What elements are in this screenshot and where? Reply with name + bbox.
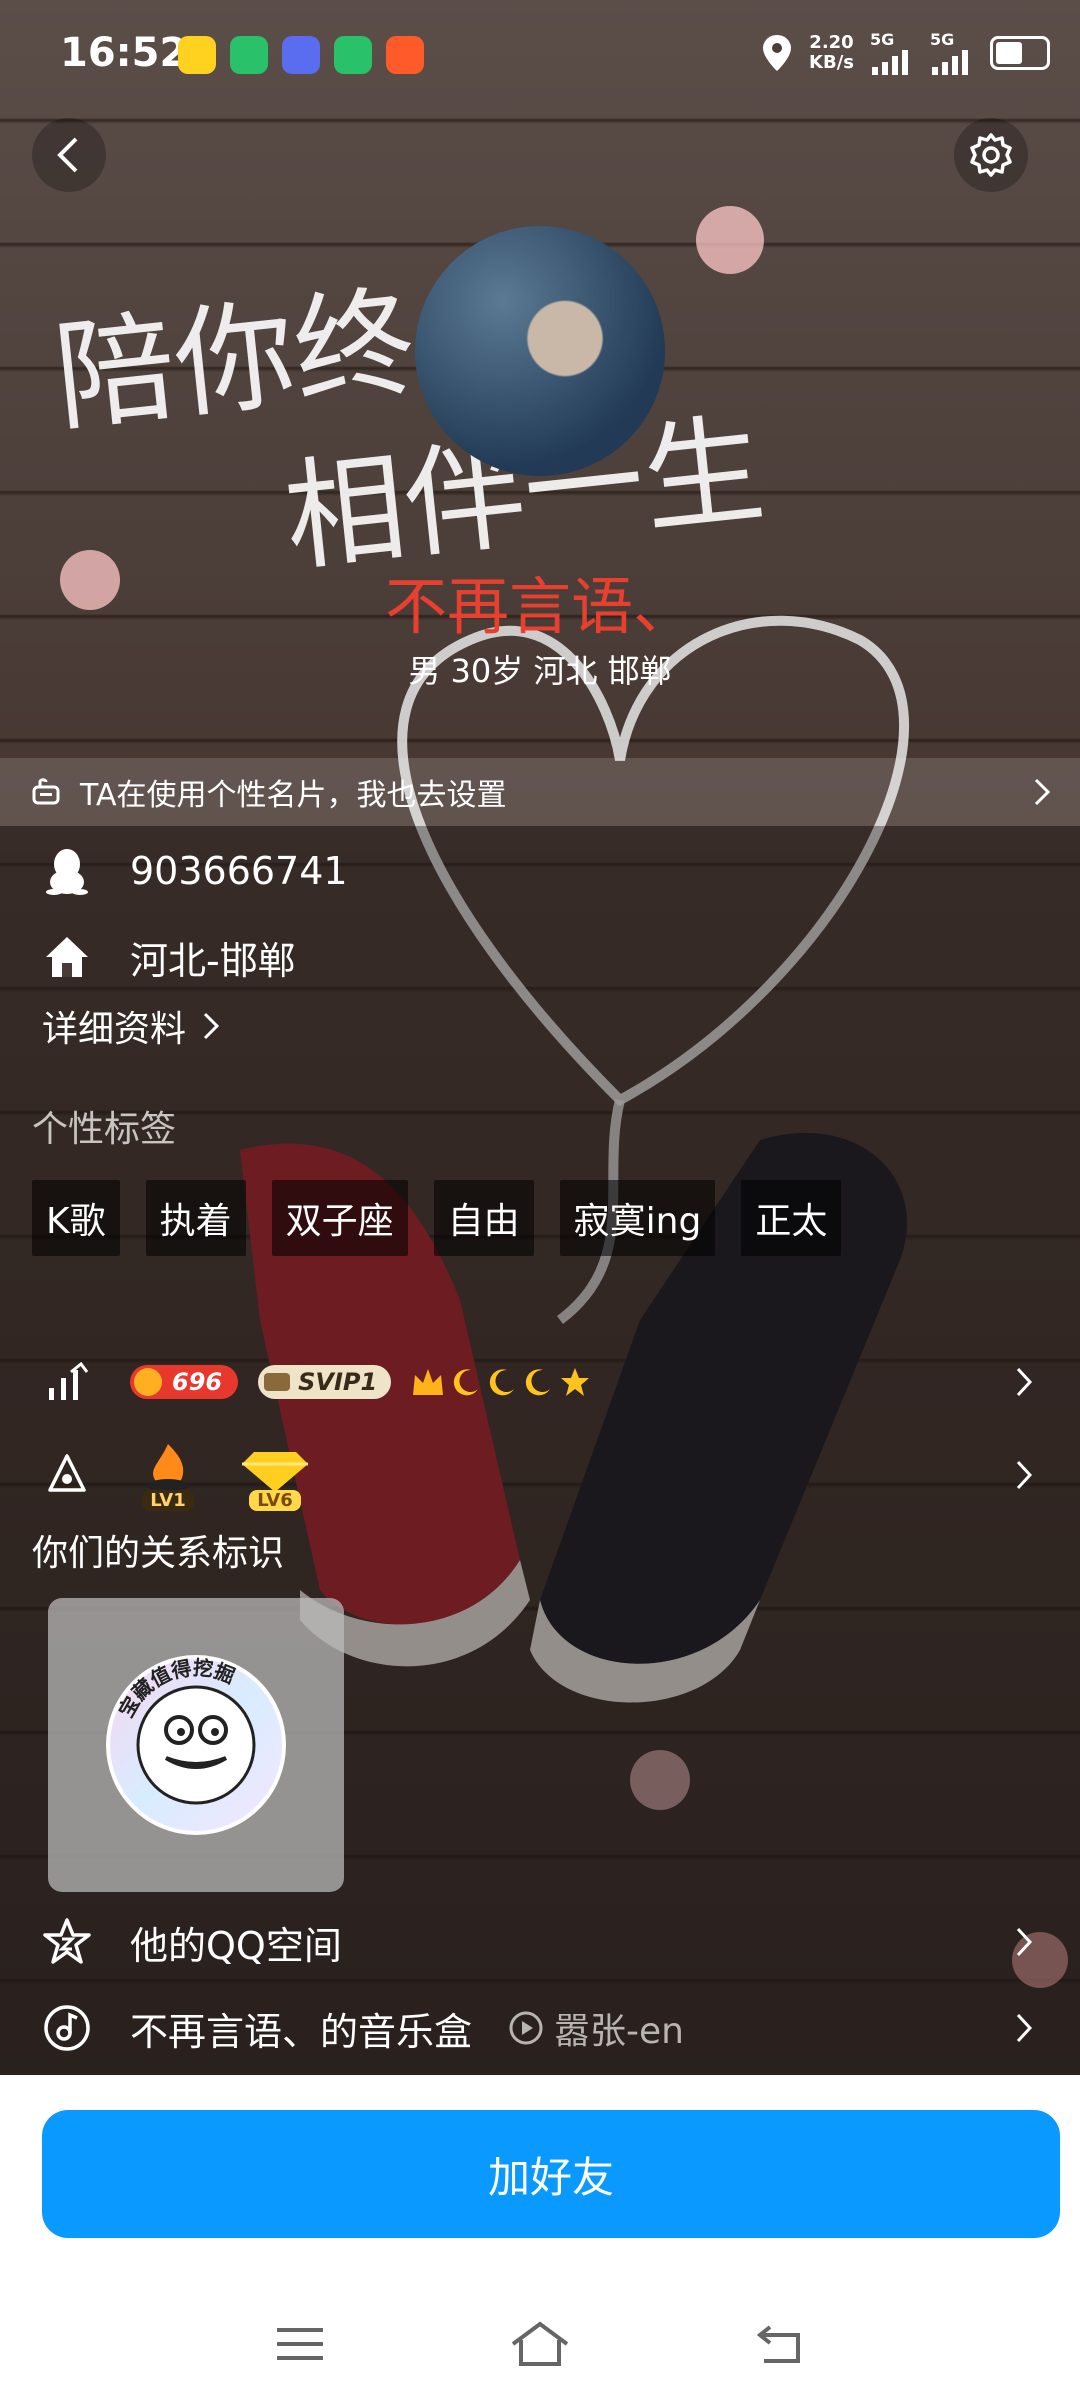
network-speed-unit: KB/s bbox=[809, 51, 854, 73]
network-speed-value: 2.20 bbox=[809, 31, 854, 53]
crown-icon bbox=[413, 1369, 444, 1395]
tags-section-title: 个性标签 bbox=[32, 1109, 177, 1150]
music-box-row[interactable]: 不再言语、的音乐盒 嚣张-en bbox=[0, 1984, 1080, 2072]
medal-2-label: LV6 bbox=[249, 1489, 301, 1511]
back-button[interactable] bbox=[32, 118, 106, 192]
card-icon bbox=[32, 778, 60, 805]
tag-item[interactable]: K歌 bbox=[32, 1180, 120, 1256]
diamond-medal: LV6 bbox=[240, 1446, 310, 1511]
personalized-card-banner[interactable]: TA在使用个性名片，我也去设置 bbox=[0, 758, 1080, 826]
signal-1-label: 5G bbox=[870, 30, 895, 49]
home-icon bbox=[42, 932, 92, 982]
chevron-right-icon bbox=[1016, 1927, 1033, 1957]
star-icon bbox=[561, 1368, 590, 1396]
banner-text: TA在使用个性名片，我也去设置 bbox=[80, 778, 507, 813]
song-title: 嚣张-en bbox=[554, 2011, 684, 2052]
user-info: 男 30岁 河北 邯郸 bbox=[408, 652, 672, 690]
status-bar: 16:52 2.20 KB/s 5G 5G bbox=[0, 0, 1080, 112]
rank-up-icon bbox=[42, 1357, 92, 1407]
medal-1-label: LV1 bbox=[142, 1489, 194, 1511]
level-icons bbox=[411, 1366, 591, 1398]
level-badges: 696 SVIP1 bbox=[130, 1365, 591, 1399]
gear-icon bbox=[970, 133, 1012, 177]
settings-button[interactable] bbox=[954, 118, 1028, 192]
music-note-icon bbox=[42, 2003, 92, 2053]
signal-2: 5G bbox=[930, 30, 974, 75]
coin-value: 696 bbox=[172, 1368, 223, 1396]
hometown: 河北-邯郸 bbox=[130, 938, 296, 983]
wechat-icon bbox=[230, 36, 268, 74]
qq-number: 903666741 bbox=[130, 849, 348, 893]
wechat-icon-2 bbox=[334, 36, 372, 74]
tag-list: K歌 执着 双子座 自由 寂寞ing 正太 bbox=[32, 1180, 842, 1256]
svip-badge: SVIP1 bbox=[258, 1365, 392, 1399]
chevron-right-icon bbox=[1016, 2013, 1033, 2043]
chevron-right-icon bbox=[1016, 1460, 1033, 1490]
chevron-right-icon bbox=[1016, 1367, 1033, 1397]
coin-icon bbox=[134, 1368, 162, 1396]
system-nav-bar bbox=[0, 2290, 1080, 2400]
battery-icon bbox=[990, 35, 1050, 70]
tag-item[interactable]: 正太 bbox=[741, 1180, 842, 1256]
nickname: 不再言语、 bbox=[384, 570, 695, 643]
signal-2-label: 5G bbox=[930, 30, 955, 49]
moon-icon bbox=[490, 1369, 515, 1396]
qzone-label: 他的QQ空间 bbox=[130, 1923, 342, 1968]
add-friend-button[interactable]: 加好友 bbox=[42, 2110, 1060, 2238]
diamond-icon bbox=[242, 1451, 308, 1492]
profile-screen: 陪你终 相伴一生 16:52 2.20 KB/s 5G 5G 不再言语、 男 3… bbox=[0, 0, 1080, 2400]
avatar[interactable] bbox=[415, 226, 665, 476]
moon-icon bbox=[526, 1369, 551, 1396]
bot-app-icon bbox=[282, 36, 320, 74]
medal-row[interactable]: LV1 LV6 bbox=[0, 1430, 1080, 1520]
tag-item[interactable]: 双子座 bbox=[271, 1180, 408, 1256]
svip-icon bbox=[264, 1373, 291, 1391]
signal-bars-icon-2 bbox=[932, 50, 968, 75]
fire-medal: LV1 bbox=[140, 1440, 196, 1511]
yellow-app-icon bbox=[178, 36, 216, 74]
cover-art-text-1: 陪你终 bbox=[49, 273, 422, 449]
status-app-icons bbox=[178, 36, 424, 74]
relation-card[interactable]: 宝藏值得挖掘 bbox=[48, 1598, 344, 1892]
orange-app-icon bbox=[386, 36, 424, 74]
menu-nav-button[interactable] bbox=[260, 2314, 340, 2374]
signal-1: 5G bbox=[870, 30, 914, 75]
qzone-star-icon bbox=[42, 1917, 92, 1967]
back-arrow-icon bbox=[756, 2325, 800, 2363]
status-right: 2.20 KB/s 5G 5G bbox=[761, 30, 1050, 75]
menu-icon bbox=[277, 2328, 323, 2360]
qq-number-row: 903666741 bbox=[0, 826, 1080, 916]
details-label: 详细资料 bbox=[42, 1009, 187, 1050]
medal-list: LV1 LV6 bbox=[140, 1440, 310, 1511]
relation-title: 你们的关系标识 bbox=[32, 1533, 285, 1574]
home-outline-icon bbox=[511, 2321, 569, 2366]
moon-icon bbox=[454, 1369, 479, 1396]
home-nav-button[interactable] bbox=[500, 2314, 580, 2374]
svip-label: SVIP1 bbox=[298, 1368, 378, 1396]
signal-bars-icon bbox=[872, 50, 908, 75]
play-icon bbox=[509, 2011, 543, 2045]
tag-item[interactable]: 寂寞ing bbox=[559, 1180, 716, 1256]
level-row[interactable]: 696 SVIP1 bbox=[0, 1340, 1080, 1424]
tag-item[interactable]: 自由 bbox=[433, 1180, 534, 1256]
fire-icon bbox=[148, 1443, 188, 1493]
now-playing: 嚣张-en bbox=[508, 2002, 684, 2054]
medal-icon bbox=[42, 1450, 92, 1500]
chevron-left-icon bbox=[57, 137, 78, 173]
tag-item[interactable]: 执着 bbox=[145, 1180, 246, 1256]
penguin-icon bbox=[42, 846, 92, 896]
details-link[interactable]: 详细资料 bbox=[42, 1000, 220, 1052]
hometown-row: 河北-邯郸 bbox=[0, 912, 1080, 1002]
qzone-row[interactable]: 他的QQ空间 bbox=[0, 1898, 1080, 1986]
treasure-sticker: 宝藏值得挖掘 bbox=[106, 1655, 286, 1835]
music-box-label: 不再言语、的音乐盒 bbox=[130, 2009, 473, 2054]
battery-fill bbox=[996, 41, 1023, 64]
network-speed: 2.20 KB/s bbox=[809, 31, 854, 73]
back-nav-button[interactable] bbox=[740, 2314, 820, 2374]
chevron-right-icon bbox=[203, 1012, 220, 1040]
status-time: 16:52 bbox=[60, 30, 188, 76]
coin-badge: 696 bbox=[130, 1365, 239, 1399]
chevron-right-icon bbox=[1034, 778, 1051, 806]
location-icon bbox=[763, 34, 792, 71]
